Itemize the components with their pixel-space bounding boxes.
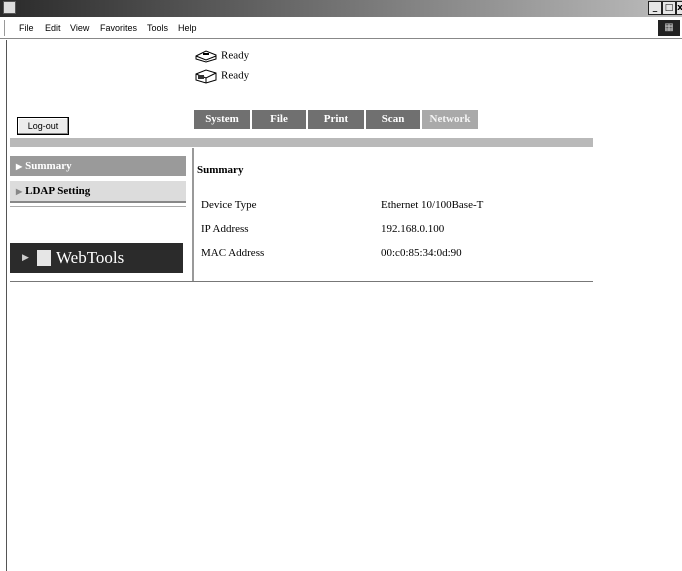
printer-status: Ready [194,49,249,67]
scanner-status: Ready [194,68,249,86]
maximize-button[interactable]: □ [662,1,676,15]
device-type-value: Ethernet 10/100Base-T [381,199,484,211]
sidebar-item-label: Summary [25,160,72,172]
minimize-button[interactable]: _ [648,1,662,15]
tab-network[interactable]: Network [422,110,478,129]
mac-address-label: MAC Address [201,247,265,259]
menu-grip [4,20,8,36]
menu-edit[interactable]: Edit [45,17,61,39]
sidebar-item-summary[interactable]: ▶ Summary [10,156,186,176]
sidebar-item-ldap-setting[interactable]: ▶ LDAP Setting [10,181,186,203]
arrow-right-icon: ▶ [16,187,23,196]
browser-app-icon [3,1,16,14]
menu-bar: File Edit View Favorites Tools Help [0,17,682,39]
window-title-bar [0,0,682,17]
webtools-button[interactable]: ▶ WebTools [10,243,183,273]
bottom-divider [10,281,593,282]
tab-scan[interactable]: Scan [366,110,420,129]
close-button[interactable]: x [676,1,682,15]
menu-view[interactable]: View [70,17,89,39]
menu-favorites[interactable]: Favorites [100,17,137,39]
mac-address-value: 00:c0:85:34:0d:90 [381,247,462,259]
menu-file[interactable]: File [19,17,34,39]
header-divider-bar [10,138,593,147]
ip-address-label: IP Address [201,223,249,235]
vertical-divider [192,148,194,281]
tab-print[interactable]: Print [308,110,364,129]
sidebar-separator [10,206,186,207]
menu-help[interactable]: Help [178,17,197,39]
arrow-right-icon: ▶ [22,252,29,262]
menu-tools[interactable]: Tools [147,17,168,39]
webtools-logo-icon [37,250,51,266]
sidebar-item-label: LDAP Setting [25,185,91,197]
device-type-label: Device Type [201,199,257,211]
printer-icon [195,50,217,63]
tab-file[interactable]: File [252,110,306,129]
printer-status-text: Ready [221,49,250,62]
tab-system[interactable]: System [194,110,250,129]
page-title: Summary [197,164,244,176]
webtools-label: WebTools [56,248,125,267]
browser-throbber-icon: ▦ [658,20,680,36]
scanner-icon [195,69,217,84]
arrow-right-icon: ▶ [16,162,23,171]
scanner-status-text: Ready [221,69,250,82]
ip-address-value: 192.168.0.100 [381,223,445,235]
logout-button[interactable]: Log-out [17,117,69,135]
